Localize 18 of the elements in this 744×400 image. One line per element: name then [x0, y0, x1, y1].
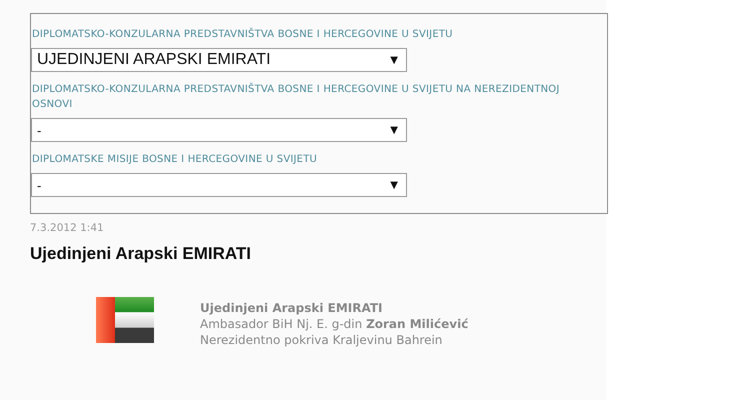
dropdown[interactable]: - ▼ [31, 173, 407, 197]
select-label: DIPLOMATSKE MISIJE BOSNE I HERCEGOVINE U SVIJETU [32, 153, 318, 167]
dropdown-caret: ▼ [390, 124, 398, 136]
dropdown-value: - [37, 122, 42, 138]
select-label: DIPLOMATSKO-KONZULARNA PREDSTAVNIŠTVA BOSNE I HERCEGOVINE U SVIJETU [32, 27, 454, 42]
mission-name: Ujedinjeni Arapski EMIRATI [200, 300, 384, 316]
dropdown[interactable]: UJEDINJENI ARAPSKI EMIRATI ▼ [31, 48, 407, 72]
select-label: DIPLOMATSKO-KONZULARNA PREDSTAVNIŠTVA BOSNE I HERCEGOVINE U SVIJETU NA NEREZIDENTNOJ OSNOVI [32, 82, 561, 112]
coverage-text: Nerezidentno pokriva Kraljevinu Bahrein [200, 332, 444, 348]
dropdown-value: - [37, 178, 42, 192]
dropdown[interactable]: - ▼ [31, 118, 407, 142]
dropdown-caret: ▼ [390, 180, 398, 190]
dropdown-caret: ▼ [390, 54, 398, 66]
dropdown-value: UJEDINJENI ARAPSKI EMIRATI [37, 51, 271, 69]
ambassador-text: Ambasador BiH Nj. E. g-din Zoran Milićević [200, 316, 468, 332]
article-title: Ujedinjeni Arapski EMIRATI [30, 244, 252, 264]
post-date: 7.3.2012 1:41 [30, 222, 105, 234]
flag-icon [96, 297, 154, 343]
